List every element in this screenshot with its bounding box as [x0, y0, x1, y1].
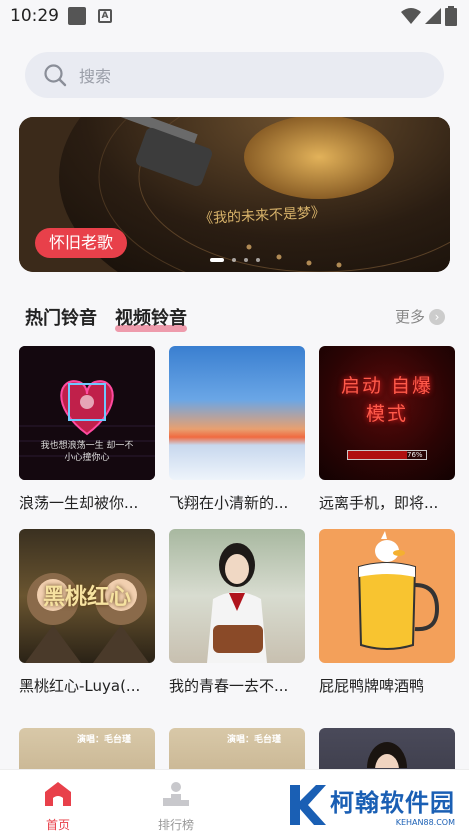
- banner-pagination: [19, 258, 450, 262]
- ranking-icon: [163, 782, 189, 806]
- thumbnail-overlay-text: 黑桃红心: [42, 585, 131, 610]
- video-thumbnail: [319, 529, 455, 663]
- more-label: 更多: [394, 308, 425, 326]
- notification-icon: [68, 7, 86, 25]
- banner-carousel[interactable]: 《我的未来不是梦》 怀旧老歌: [19, 117, 450, 272]
- status-bar: 10:29 A: [0, 0, 469, 32]
- search-input[interactable]: 搜索: [25, 52, 444, 98]
- item-title: 屁屁鸭牌啤酒鸭: [319, 677, 425, 695]
- video-thumbnail: 我也想浪荡一生 却一不小心撞你心: [19, 346, 155, 480]
- banner-tag[interactable]: 怀旧老歌: [35, 228, 128, 258]
- item-title: 浪荡一生却被你...: [19, 494, 139, 512]
- search-icon: [44, 64, 67, 87]
- item-title: 我的青春一去不...: [169, 677, 289, 695]
- battery-icon: [445, 6, 457, 26]
- banner-dot: [255, 258, 260, 262]
- search-placeholder: 搜索: [79, 67, 112, 86]
- list-item[interactable]: 启动 自爆模式 76% 远离手机，即将...: [319, 346, 455, 513]
- section-header: 热门铃音 视频铃音 更多 ›: [25, 302, 445, 332]
- signal-icon: [425, 8, 441, 24]
- wifi-icon: [401, 8, 421, 24]
- list-item[interactable]: 黑桃红心 黑桃红心-Luya(...: [19, 529, 155, 696]
- list-item[interactable]: 我也想浪荡一生 却一不小心撞你心 浪荡一生却被你...: [19, 346, 155, 513]
- list-item[interactable]: 我的青春一去不...: [169, 529, 305, 696]
- keyboard-icon: A: [98, 9, 112, 23]
- thumbnail-overlay-text: 演唱：毛台瑾: [77, 735, 132, 745]
- status-time: 10:29: [10, 6, 59, 26]
- item-title: 远离手机，即将...: [319, 494, 439, 512]
- thumbnail-overlay-text: 启动 自爆模式: [340, 375, 434, 425]
- watermark: 柯翰软件园 KEHAN88.COM: [286, 783, 455, 827]
- bottom-tab-bar: 首页 排行榜 柯翰软件园 KEHAN88.COM: [0, 769, 469, 833]
- video-thumbnail: [169, 529, 305, 663]
- tab-hot-ringtones[interactable]: 热门铃音: [25, 304, 97, 330]
- chevron-right-icon: ›: [429, 308, 445, 325]
- thumbnail-overlay-text: 演唱：毛台瑾: [227, 735, 282, 745]
- home-icon: [45, 782, 71, 806]
- banner-dot: [243, 258, 248, 262]
- tab-ranking-label: 排行榜: [157, 818, 194, 832]
- item-title: 飞翔在小清新的...: [169, 494, 289, 512]
- watermark-text: 柯翰软件园: [330, 789, 455, 817]
- status-icons: [401, 6, 457, 26]
- video-thumbnail: 启动 自爆模式 76%: [319, 346, 455, 480]
- item-title: 黑桃红心-Luya(...: [19, 677, 141, 695]
- more-button[interactable]: 更多 ›: [395, 306, 445, 327]
- banner-dot: [209, 258, 224, 262]
- tab-ranking[interactable]: 排行榜: [146, 780, 206, 833]
- video-thumbnail: 黑桃红心: [19, 529, 155, 663]
- video-thumbnail: [169, 346, 305, 480]
- banner-dot: [231, 258, 236, 262]
- tab-home[interactable]: 首页: [28, 780, 88, 833]
- tab-video-ringtones[interactable]: 视频铃音: [115, 304, 187, 332]
- progress-text: 76%: [407, 451, 423, 459]
- list-item[interactable]: 飞翔在小清新的...: [169, 346, 305, 513]
- tab-home-label: 首页: [45, 818, 70, 832]
- thumbnail-overlay-text: 我也想浪荡一生 却一不小心撞你心: [40, 441, 134, 463]
- list-item[interactable]: 屁屁鸭牌啤酒鸭: [319, 529, 455, 696]
- watermark-subtext: KEHAN88.COM: [395, 818, 455, 827]
- watermark-logo: [290, 785, 326, 825]
